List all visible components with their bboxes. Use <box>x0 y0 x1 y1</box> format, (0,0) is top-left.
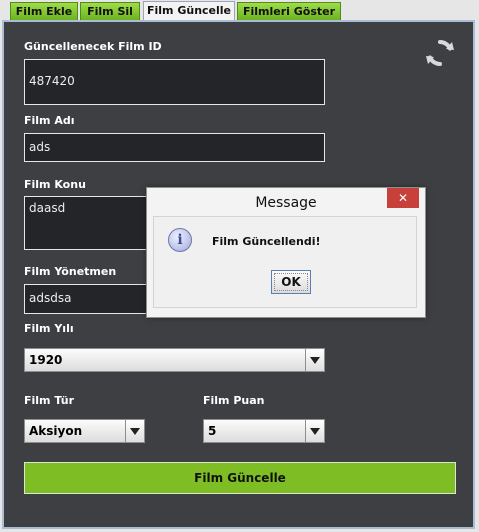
tab-bar: Film Ekle Film Sil Film Güncelle Filmler… <box>0 0 479 22</box>
info-icon: i <box>168 228 192 252</box>
film-id-label: Güncellenecek Film ID <box>24 40 162 53</box>
ok-button[interactable]: OK <box>271 270 311 294</box>
film-tur-select[interactable]: Aksiyon <box>24 419 145 443</box>
film-adi-label: Film Adı <box>24 114 75 127</box>
tab-film-ekle[interactable]: Film Ekle <box>10 2 78 20</box>
film-puan-select[interactable]: 5 <box>203 419 325 443</box>
film-yili-label: Film Yılı <box>24 322 74 335</box>
film-puan-value: 5 <box>208 424 217 438</box>
film-puan-label: Film Puan <box>203 394 265 407</box>
dialog-title: Message <box>255 195 317 211</box>
film-konu-label: Film Konu <box>24 178 86 191</box>
film-yili-value: 1920 <box>29 353 63 367</box>
dialog-message: Film Güncellendi! <box>212 235 321 248</box>
film-tur-label: Film Tür <box>24 394 75 407</box>
film-yonetmen-input[interactable]: adsdsa <box>24 284 149 314</box>
chevron-down-icon[interactable] <box>305 349 324 371</box>
tab-film-sil[interactable]: Film Sil <box>80 2 140 20</box>
film-guncelle-button[interactable]: Film Güncelle <box>24 462 456 494</box>
chevron-down-icon[interactable] <box>305 420 324 442</box>
chevron-down-icon[interactable] <box>125 420 144 442</box>
film-adi-input[interactable]: ads <box>24 133 325 162</box>
tab-filmleri-goster[interactable]: Filmleri Göster <box>237 2 341 20</box>
refresh-icon[interactable] <box>424 37 456 69</box>
film-tur-value: Aksiyon <box>29 424 83 438</box>
film-yili-select[interactable]: 1920 <box>24 348 325 372</box>
dialog-body: i Film Güncellendi! OK <box>153 216 417 308</box>
film-id-input[interactable]: 487420 <box>24 59 325 105</box>
film-konu-textarea[interactable]: daasd <box>24 196 149 250</box>
close-icon[interactable]: ✕ <box>387 188 419 208</box>
message-dialog: Message ✕ i Film Güncellendi! OK <box>146 187 426 318</box>
tab-film-guncelle[interactable]: Film Güncelle <box>143 1 235 22</box>
film-yonetmen-label: Film Yönetmen <box>24 265 117 278</box>
